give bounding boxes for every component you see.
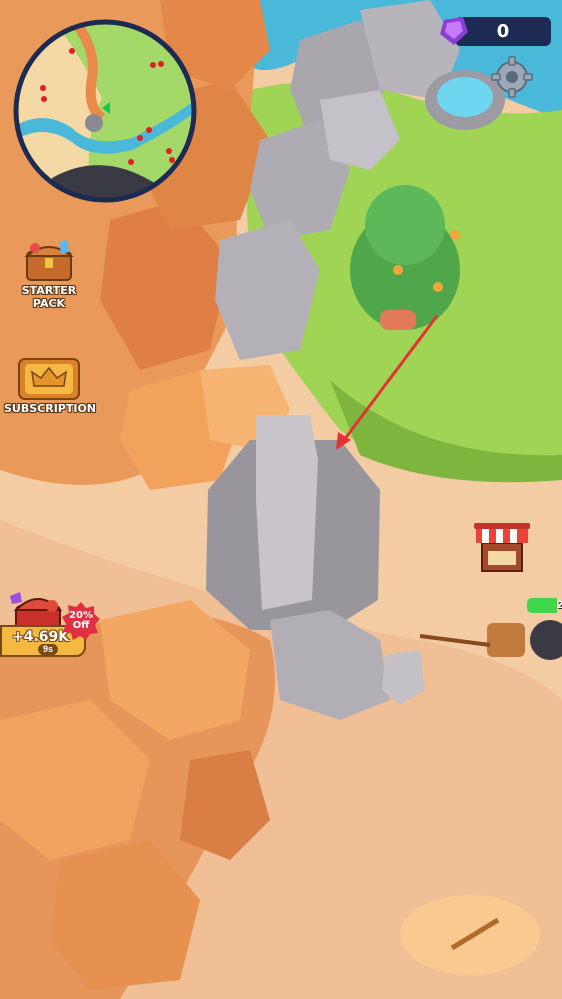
minimap-enemy-dot: [41, 96, 47, 102]
player-health-bar: 2: [527, 598, 562, 613]
starter-pack-label-line2: PACK: [32, 297, 66, 310]
minimap-enemy-dot: [128, 159, 134, 165]
settings-button[interactable]: [491, 56, 533, 98]
fruit: [450, 230, 460, 240]
crown-icon: [18, 358, 80, 400]
offer-price: +4.69K: [12, 629, 70, 645]
minimap-enemy-dot: [169, 157, 175, 163]
shop-offer-button[interactable]: +4.69K 9s 20% Off: [0, 588, 108, 672]
stone-pillar-face: [256, 415, 318, 610]
health-fill: [527, 598, 557, 613]
minimap-enemy-dot: [146, 127, 152, 133]
gem-counter[interactable]: 0: [437, 14, 551, 48]
treasure-chest-icon: [24, 240, 74, 281]
starter-pack-button[interactable]: STARTER PACK: [14, 238, 84, 320]
fountain-water[interactable]: [437, 77, 493, 117]
subscription-label: SUBSCRIPTION: [4, 402, 97, 415]
starter-pack-label-line1: STARTER: [21, 284, 77, 297]
minimap-enemy-dot: [150, 62, 156, 68]
discount-badge: 20% Off: [62, 602, 100, 640]
fruit: [393, 265, 403, 275]
tree-pot: [380, 310, 416, 330]
offer-timer: 9s: [38, 644, 59, 655]
backpack: [487, 623, 525, 657]
player-marker-icon: [85, 114, 103, 132]
gear-icon: [491, 56, 533, 98]
minimap[interactable]: [12, 18, 198, 204]
minimap-enemy-dot: [40, 85, 46, 91]
market-stall-icon[interactable]: [474, 521, 530, 573]
gem-icon: [440, 17, 468, 45]
discount-off: Off: [72, 620, 90, 631]
fruit: [433, 282, 443, 292]
minimap-enemy-dot: [158, 61, 164, 67]
minimap-enemy-dot: [166, 148, 172, 154]
health-value: 2: [557, 599, 562, 611]
subscription-button[interactable]: SUBSCRIPTION: [4, 356, 97, 420]
minimap-enemy-dot: [137, 135, 143, 141]
tree-top: [365, 185, 445, 265]
minimap-enemy-dot: [69, 48, 75, 54]
